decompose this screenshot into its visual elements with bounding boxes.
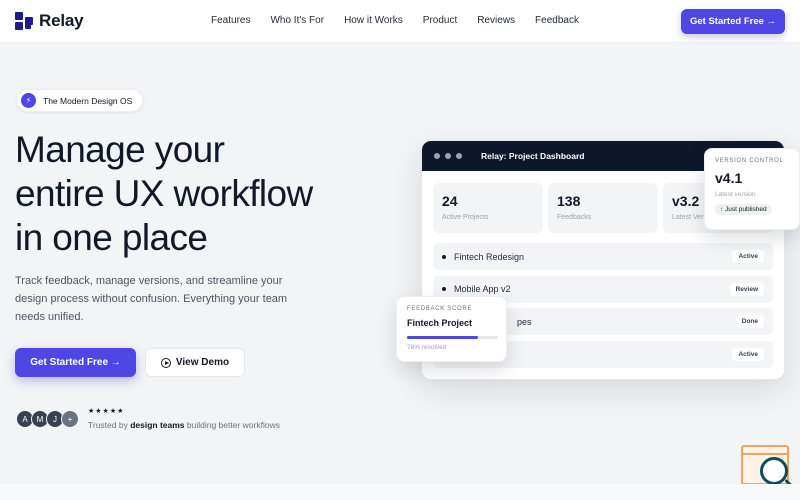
status-badge: Active <box>732 347 764 361</box>
trusted-prefix: Trusted by <box>88 420 131 430</box>
nav-link-reviews[interactable]: Reviews <box>477 15 515 26</box>
nav-link-features[interactable]: Features <box>211 15 250 26</box>
status-badge: Done <box>735 315 764 328</box>
version-card-label: VERSION CONTROL <box>715 158 784 164</box>
hero-title: Manage your entire UX workflow in one pl… <box>15 128 395 260</box>
hero-subtitle: Track feedback, manage versions, and str… <box>15 275 288 323</box>
version-control-card: VERSION CONTROL v4.1 Latest version ↑ Ju… <box>704 148 800 230</box>
bullet-icon <box>442 287 446 291</box>
logo-icon <box>15 11 34 31</box>
stat-label: Feedbacks <box>557 214 592 221</box>
nav-link-how-it-works[interactable]: How it Works <box>344 15 403 26</box>
stat-value: 138 <box>557 193 581 209</box>
window-dot-icon <box>434 153 440 159</box>
version-sub: Latest version <box>715 191 756 198</box>
nav-get-started-button[interactable]: Get Started Free → <box>681 9 785 34</box>
feedback-card-label: FEEDBACK SCORE <box>407 306 473 312</box>
dashboard-title: Relay: Project Dashboard <box>481 151 585 161</box>
lightning-icon: ⚡ <box>21 93 36 108</box>
stat-card: 138 Feedbacks <box>548 183 658 233</box>
brand-logo[interactable]: Relay <box>15 11 84 31</box>
window-dot-icon <box>445 153 451 159</box>
version-value: v4.1 <box>715 170 743 186</box>
hero-title-line: entire UX workflow <box>15 173 313 214</box>
view-demo-button[interactable]: View Demo <box>145 348 245 377</box>
feedback-project-title: Fintech Project <box>407 318 473 328</box>
status-badge: Review <box>729 282 764 296</box>
top-nav: Relay Features Who It's For How it Works… <box>0 0 800 43</box>
trusted-bold: design teams <box>130 420 185 430</box>
stat-value: 24 <box>442 193 458 209</box>
nav-link-feedback[interactable]: Feedback <box>535 15 579 26</box>
rating-stars: ★★★★★ <box>88 408 125 415</box>
bullet-icon <box>442 254 446 259</box>
avatar-more: + <box>61 410 79 428</box>
hero-badge: ⚡ The Modern Design OS <box>16 89 144 112</box>
resolved-progress-bar <box>407 336 498 339</box>
page-bottom-strip <box>0 484 800 500</box>
stat-label: Active Projects <box>442 214 489 221</box>
brand-name: Relay <box>39 11 84 30</box>
progress-fill <box>407 336 478 339</box>
hero-title-line: in one place <box>15 217 208 258</box>
hero-title-line: Manage your <box>15 129 225 170</box>
get-started-button[interactable]: Get Started Free → <box>15 348 136 377</box>
resolved-text: 78% resolved <box>407 344 447 351</box>
project-name: Fintech Redesign <box>454 251 525 262</box>
search-icon <box>760 457 788 485</box>
project-name: Mobile App v2 <box>454 284 511 294</box>
window-dot-icon <box>456 153 462 159</box>
view-demo-label: View Demo <box>175 357 230 368</box>
nav-link-who-its-for[interactable]: Who It's For <box>270 15 324 26</box>
feedback-score-card: FEEDBACK SCORE Fintech Project 78% resol… <box>396 296 507 362</box>
status-badge: Active <box>732 250 764 263</box>
project-row: Fintech Redesign Active <box>433 243 773 270</box>
play-circle-icon <box>160 357 171 368</box>
nav-link-product[interactable]: Product <box>423 15 457 26</box>
published-pill: ↑ Just published <box>715 204 772 215</box>
trusted-by-text: Trusted by design teams building better … <box>88 420 280 430</box>
hero-badge-label: The Modern Design OS <box>43 95 133 106</box>
avatar-group: A M J + <box>16 410 79 428</box>
nav-links: Features Who It's For How it Works Produ… <box>211 15 599 26</box>
stat-card: 24 Active Projects <box>433 183 543 233</box>
trusted-suffix: building better workflows <box>184 420 280 430</box>
